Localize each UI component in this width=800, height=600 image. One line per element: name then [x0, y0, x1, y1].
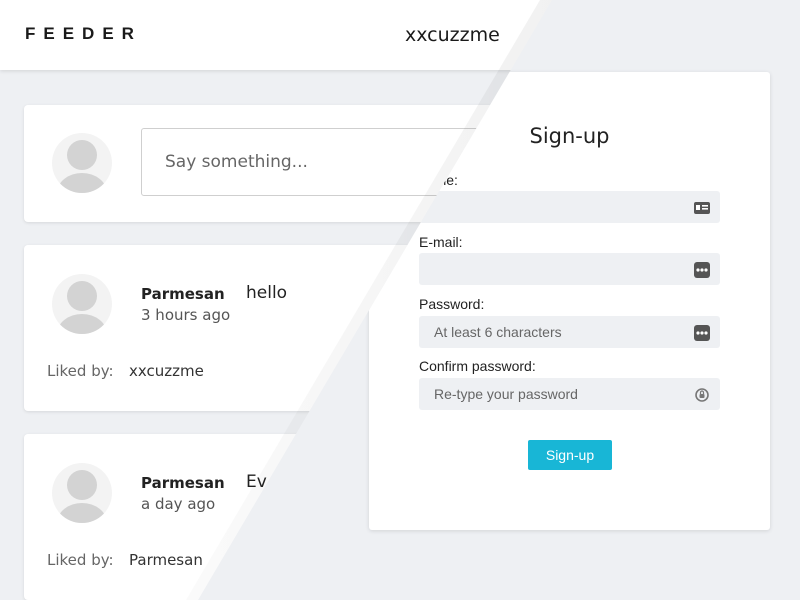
app-logo[interactable]: FEEDER	[25, 24, 142, 44]
post-time: a day ago	[141, 495, 216, 513]
avatar	[52, 274, 112, 334]
avatar	[52, 463, 112, 523]
post-time: 3 hours ago	[141, 306, 231, 324]
liked-by-label: Liked by:	[47, 362, 114, 380]
dots-icon	[694, 262, 710, 282]
post-text: hello	[246, 283, 288, 303]
email-field[interactable]	[419, 253, 720, 285]
current-username[interactable]: xxcuzzme	[405, 24, 500, 46]
confirm-password-label: Confirm password:	[419, 358, 536, 374]
signup-button[interactable]: Sign-up	[528, 440, 612, 470]
avatar	[52, 133, 112, 193]
confirm-password-input[interactable]	[419, 378, 694, 410]
id-card-icon	[694, 200, 710, 219]
confirm-password-field[interactable]	[419, 378, 720, 410]
password-field[interactable]	[419, 316, 720, 348]
liked-by-label: Liked by:	[47, 551, 114, 569]
liked-by-user[interactable]: Parmesan	[129, 551, 203, 569]
post-author[interactable]: Parmesan	[141, 474, 225, 492]
password-input[interactable]	[419, 316, 694, 348]
email-label: E-mail:	[419, 234, 463, 250]
name-input[interactable]	[419, 191, 694, 223]
name-field[interactable]	[419, 191, 720, 223]
refresh-lock-icon	[694, 387, 710, 407]
post-author[interactable]: Parmesan	[141, 285, 225, 303]
dots-icon	[694, 325, 710, 345]
liked-by-user[interactable]: xxcuzzme	[129, 362, 204, 380]
email-input[interactable]	[419, 253, 694, 285]
password-label: Password:	[419, 296, 485, 312]
